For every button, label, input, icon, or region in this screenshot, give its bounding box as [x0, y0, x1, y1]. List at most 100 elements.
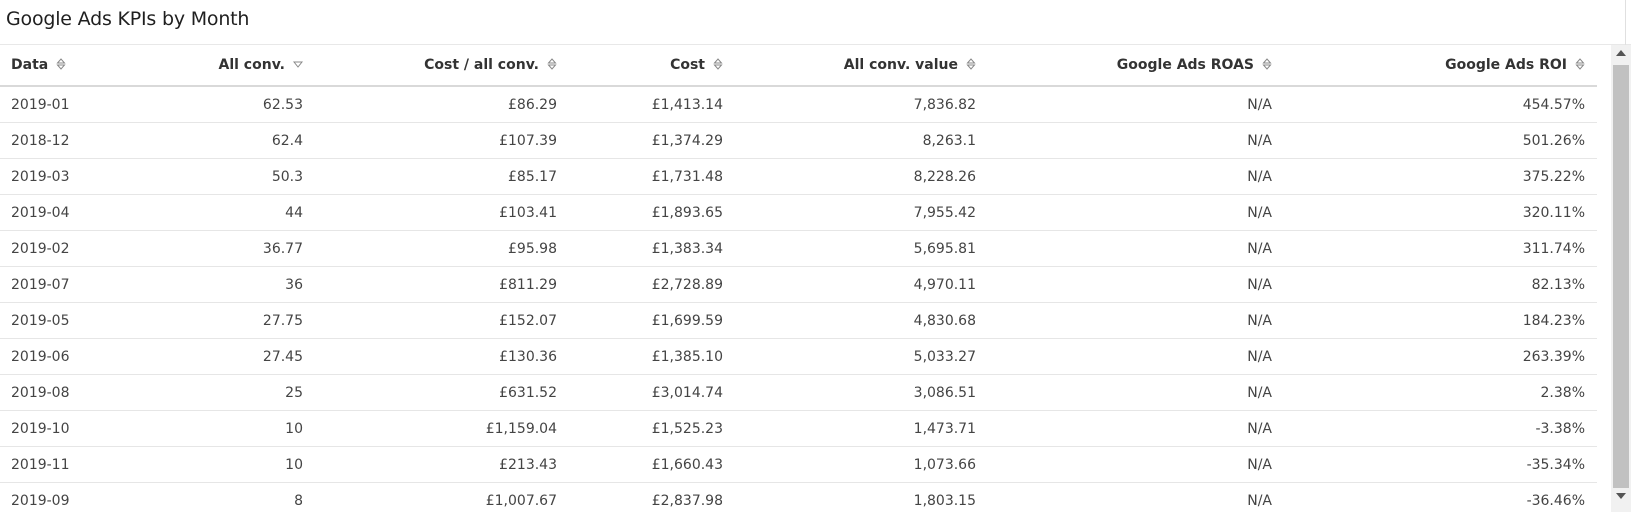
scroll-down-arrow-icon[interactable] — [1616, 493, 1626, 499]
vertical-scrollbar[interactable] — [1611, 45, 1631, 512]
table-header-row: Data All conv. Cost / all conv. Cost All con… — [0, 45, 1597, 87]
cell-google-ads-roi: 454.57% — [1284, 86, 1597, 123]
table-row: 2019-06 27.45 £130.36 £1,385.10 5,033.27 N/A 2… — [0, 338, 1597, 375]
column-header-label: Google Ads ROAS — [1116, 57, 1254, 73]
column-header-label: Cost / all conv. — [424, 57, 539, 73]
table-row: 2019-10 10 £1,159.04 £1,525.23 1,473.71 N/A -3… — [0, 410, 1597, 447]
cell-all-conv-value: 4,830.68 — [735, 302, 988, 339]
kpi-table-container: Data All conv. Cost / all conv. Cost All con… — [0, 45, 1611, 512]
cell-google-ads-roi: 375.22% — [1284, 158, 1597, 195]
cell-all-conv: 36 — [130, 266, 315, 303]
cell-google-ads-roi: -3.38% — [1284, 410, 1597, 447]
cell-cost-per-all-conv: £631.52 — [315, 374, 569, 411]
table-row: 2019-02 36.77 £95.98 £1,383.34 5,695.81 N/A 31… — [0, 230, 1597, 267]
cell-google-ads-roas: N/A — [988, 122, 1284, 159]
cell-all-conv-value: 1,803.15 — [735, 482, 988, 512]
cell-google-ads-roi: 320.11% — [1284, 194, 1597, 231]
cell-data: 2019-02 — [0, 230, 130, 267]
panel-edge — [1625, 0, 1626, 45]
column-header-label: Cost — [670, 57, 705, 73]
table-row: 2019-03 50.3 £85.17 £1,731.48 8,228.26 N/A 375… — [0, 158, 1597, 195]
sort-icon[interactable] — [1262, 57, 1272, 71]
cell-google-ads-roi: -36.46% — [1284, 482, 1597, 512]
cell-google-ads-roi: 263.39% — [1284, 338, 1597, 375]
cell-all-conv: 27.45 — [130, 338, 315, 375]
column-header-all-conv-value[interactable]: All conv. value — [735, 45, 988, 87]
cell-google-ads-roas: N/A — [988, 374, 1284, 411]
cell-cost: £1,660.43 — [569, 446, 735, 483]
cell-google-ads-roas: N/A — [988, 86, 1284, 123]
cell-cost: £1,413.14 — [569, 86, 735, 123]
cell-cost: £1,525.23 — [569, 410, 735, 447]
cell-data: 2019-11 — [0, 446, 130, 483]
cell-all-conv: 36.77 — [130, 230, 315, 267]
cell-cost-per-all-conv: £811.29 — [315, 266, 569, 303]
cell-all-conv-value: 7,836.82 — [735, 86, 988, 123]
cell-data: 2019-10 — [0, 410, 130, 447]
sort-icon[interactable] — [547, 57, 557, 71]
cell-all-conv: 8 — [130, 482, 315, 512]
cell-cost-per-all-conv: £85.17 — [315, 158, 569, 195]
cell-all-conv: 10 — [130, 446, 315, 483]
cell-cost: £2,728.89 — [569, 266, 735, 303]
table-row: 2019-01 62.53 £86.29 £1,413.14 7,836.82 N/A 45… — [0, 86, 1597, 123]
sort-descending-icon[interactable] — [293, 57, 303, 71]
table-body: 2019-01 62.53 £86.29 £1,413.14 7,836.82 N/A 45… — [0, 86, 1597, 512]
cell-google-ads-roas: N/A — [988, 158, 1284, 195]
cell-all-conv: 10 — [130, 410, 315, 447]
cell-google-ads-roi: 311.74% — [1284, 230, 1597, 267]
cell-all-conv-value: 5,033.27 — [735, 338, 988, 375]
column-header-google-ads-roas[interactable]: Google Ads ROAS — [988, 45, 1284, 87]
cell-cost-per-all-conv: £1,159.04 — [315, 410, 569, 447]
cell-all-conv-value: 8,263.1 — [735, 122, 988, 159]
page-title: Google Ads KPIs by Month — [6, 8, 250, 30]
cell-all-conv-value: 1,473.71 — [735, 410, 988, 447]
cell-google-ads-roas: N/A — [988, 338, 1284, 375]
table-row: 2019-05 27.75 £152.07 £1,699.59 4,830.68 N/A 1… — [0, 302, 1597, 339]
cell-all-conv-value: 8,228.26 — [735, 158, 988, 195]
table-row: 2019-09 8 £1,007.67 £2,837.98 1,803.15 N/A -36… — [0, 482, 1597, 512]
sort-icon[interactable] — [1575, 57, 1585, 71]
scrollbar-thumb[interactable] — [1613, 65, 1629, 488]
column-header-google-ads-roi[interactable]: Google Ads ROI — [1284, 45, 1597, 87]
cell-google-ads-roas: N/A — [988, 230, 1284, 267]
column-header-data[interactable]: Data — [0, 45, 130, 87]
cell-data: 2019-01 — [0, 86, 130, 123]
table-row: 2019-08 25 £631.52 £3,014.74 3,086.51 N/A 2.38… — [0, 374, 1597, 411]
cell-cost-per-all-conv: £107.39 — [315, 122, 569, 159]
cell-cost-per-all-conv: £213.43 — [315, 446, 569, 483]
cell-google-ads-roas: N/A — [988, 194, 1284, 231]
cell-all-conv: 50.3 — [130, 158, 315, 195]
cell-google-ads-roas: N/A — [988, 302, 1284, 339]
cell-all-conv-value: 7,955.42 — [735, 194, 988, 231]
cell-cost: £3,014.74 — [569, 374, 735, 411]
column-header-label: All conv. value — [843, 57, 958, 73]
cell-google-ads-roi: 501.26% — [1284, 122, 1597, 159]
cell-cost: £1,731.48 — [569, 158, 735, 195]
table-row: 2019-07 36 £811.29 £2,728.89 4,970.11 N/A 82.1… — [0, 266, 1597, 303]
cell-data: 2019-09 — [0, 482, 130, 512]
scroll-up-arrow-icon[interactable] — [1616, 50, 1626, 56]
table-row: 2018-12 62.4 £107.39 £1,374.29 8,263.1 N/A 501… — [0, 122, 1597, 159]
cell-google-ads-roi: 2.38% — [1284, 374, 1597, 411]
column-header-cost[interactable]: Cost — [569, 45, 735, 87]
cell-cost-per-all-conv: £86.29 — [315, 86, 569, 123]
table-row: 2019-04 44 £103.41 £1,893.65 7,955.42 N/A 320.… — [0, 194, 1597, 231]
column-header-all-conv[interactable]: All conv. — [130, 45, 315, 87]
cell-google-ads-roas: N/A — [988, 266, 1284, 303]
cell-google-ads-roas: N/A — [988, 482, 1284, 512]
sort-icon[interactable] — [56, 57, 66, 71]
cell-data: 2019-08 — [0, 374, 130, 411]
cell-cost: £2,837.98 — [569, 482, 735, 512]
column-header-cost-per-all-conv[interactable]: Cost / all conv. — [315, 45, 569, 87]
cell-all-conv-value: 4,970.11 — [735, 266, 988, 303]
cell-cost: £1,893.65 — [569, 194, 735, 231]
cell-data: 2019-04 — [0, 194, 130, 231]
cell-data: 2019-06 — [0, 338, 130, 375]
cell-all-conv: 62.4 — [130, 122, 315, 159]
cell-cost: £1,383.34 — [569, 230, 735, 267]
sort-icon[interactable] — [966, 57, 976, 71]
cell-google-ads-roas: N/A — [988, 410, 1284, 447]
cell-cost: £1,374.29 — [569, 122, 735, 159]
sort-icon[interactable] — [713, 57, 723, 71]
